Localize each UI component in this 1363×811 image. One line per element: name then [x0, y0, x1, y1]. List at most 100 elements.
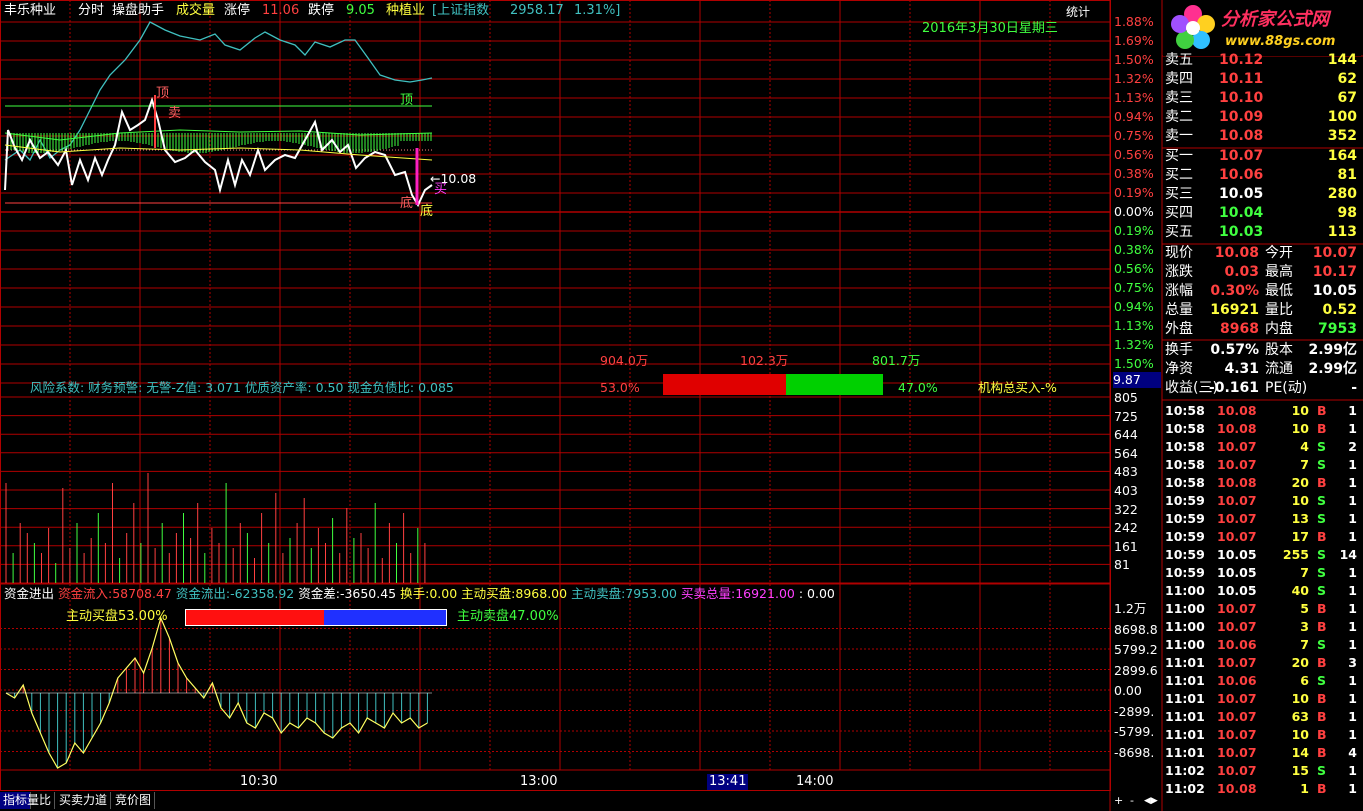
flow-bar-green — [786, 374, 883, 395]
tick-row[interactable]: 11:00 10.05 40 S 1 — [1163, 582, 1361, 600]
tab-auction-chart[interactable]: 竞价图 — [112, 792, 156, 809]
quote-row: 外盘 8968 内盘 7953 — [1165, 321, 1357, 337]
ask-row[interactable]: 卖四 10.11 62 — [1163, 70, 1361, 89]
active-buy-sell-bar — [185, 609, 447, 626]
tick-row[interactable]: 11:02 10.07 15 S 1 — [1163, 762, 1361, 780]
tick-row[interactable]: 10:58 10.07 7 S 1 — [1163, 456, 1361, 474]
price-scale-up-label: 1.32% — [1114, 71, 1154, 86]
time-1300: 13:00 — [520, 774, 558, 789]
tick-row[interactable]: 10:59 10.05 7 S 1 — [1163, 564, 1361, 582]
limit-up-value: 11.06 — [262, 3, 300, 18]
tick-row[interactable]: 10:59 10.07 10 S 1 — [1163, 492, 1361, 510]
flow-bar-red — [663, 374, 786, 395]
price-scale-down-label: 0.38% — [1114, 242, 1154, 257]
tick-row[interactable]: 10:58 10.07 4 S 2 — [1163, 438, 1361, 456]
tick-row[interactable]: 11:01 10.07 14 B 4 — [1163, 744, 1361, 762]
bottom-signal-2: 底 — [420, 204, 434, 219]
fund-scale-label: 8698.8 — [1114, 621, 1158, 637]
ask-row[interactable]: 卖五 10.12 144 — [1163, 51, 1361, 70]
quote-row: 涨幅 0.30% 最低 10.05 — [1165, 283, 1357, 299]
limit-down-label: 跌停 — [308, 3, 335, 18]
fund-scale-label: -8698. — [1114, 744, 1155, 760]
index-value: 2958.17 — [510, 3, 564, 18]
tick-row[interactable]: 11:00 10.07 3 B 1 — [1163, 618, 1361, 636]
tick-row[interactable]: 10:58 10.08 10 B 1 — [1163, 402, 1361, 420]
volume-scale-label: 483 — [1114, 464, 1138, 480]
price-scale-up-label: 1.13% — [1114, 90, 1154, 105]
tick-row[interactable]: 10:59 10.05 255 S 14 — [1163, 546, 1361, 564]
index-change: 1.31%] — [574, 3, 621, 18]
index-name: [上证指数 — [432, 3, 490, 18]
tick-row[interactable]: 11:02 10.08 1 B 1 — [1163, 780, 1361, 798]
bid-row[interactable]: 买四 10.04 98 — [1163, 204, 1361, 223]
quote-row-fundamental: 换手 0.57% 股本 2.99亿 — [1165, 342, 1357, 358]
helper-label: 操盘助手 — [112, 3, 165, 18]
top-signal-2: 顶 — [400, 93, 414, 108]
fund-line: 资金进出 资金流入:58708.47 资金流出:-62358.92 资金差:-3… — [4, 586, 835, 601]
tick-row[interactable]: 11:00 10.07 5 B 1 — [1163, 600, 1361, 618]
ask-row[interactable]: 卖一 10.08 352 — [1163, 127, 1361, 146]
tick-row[interactable]: 11:01 10.07 10 B 1 — [1163, 726, 1361, 744]
bottom-signal-1: 底 — [400, 196, 414, 211]
stats-button[interactable]: 统计 — [1066, 4, 1090, 20]
logo: 分析家公式网 www.88gs.com — [1163, 0, 1361, 56]
fund-scale-label: -2899. — [1114, 703, 1155, 719]
limit-down-value: 9.05 — [346, 3, 375, 18]
bid-row[interactable]: 买五 10.03 113 — [1163, 223, 1361, 242]
flower-logo-icon — [1171, 5, 1215, 49]
price-scale-up-label: 1.69% — [1114, 33, 1154, 48]
tab-buy-sell-power[interactable]: 买卖力道 — [56, 792, 112, 809]
quote-row: 总量 16921 量比 0.52 — [1165, 302, 1357, 318]
current-price-tag: 9.87 — [1113, 372, 1161, 388]
bid-row[interactable]: 买三 10.05 280 — [1163, 185, 1361, 204]
tick-row[interactable]: 11:01 10.07 20 B 3 — [1163, 654, 1361, 672]
price-scale-down-label: 1.50% — [1114, 356, 1154, 371]
ask-row[interactable]: 卖三 10.10 67 — [1163, 89, 1361, 108]
stock-name[interactable]: 丰乐种业 — [4, 3, 56, 19]
bid-row[interactable]: 买二 10.06 81 — [1163, 166, 1361, 185]
tick-row[interactable]: 10:59 10.07 17 B 1 — [1163, 528, 1361, 546]
fund-scale-label: 5799.2 — [1114, 642, 1158, 657]
tick-row[interactable]: 11:01 10.07 10 B 1 — [1163, 690, 1361, 708]
price-scale-down-label: 1.32% — [1114, 337, 1154, 352]
price-scale-down-label: 1.13% — [1114, 318, 1154, 333]
scroll-button[interactable]: ◀▶ — [1144, 793, 1158, 809]
flow-left-amount: 904.0万 — [600, 353, 649, 368]
active-buy-label: 主动买盘53.00% — [66, 609, 168, 624]
fund-scale-label: 0.00 — [1114, 683, 1142, 698]
price-scale-down-label: 0.56% — [1114, 261, 1154, 276]
fund-scale-label: -5799. — [1114, 724, 1155, 739]
tick-row[interactable]: 11:01 10.07 63 B 1 — [1163, 708, 1361, 726]
bid-row[interactable]: 买一 10.07 164 — [1163, 147, 1361, 166]
volume-scale-label: 81 — [1114, 557, 1130, 573]
flow-right-amount: 801.7万 — [872, 353, 921, 368]
tick-row[interactable]: 11:01 10.06 6 S 1 — [1163, 672, 1361, 690]
quote-row-fundamental: 净资 4.31 流通 2.99亿 — [1165, 361, 1357, 377]
fund-scale-label: 1.2万 — [1114, 601, 1147, 616]
ask-row[interactable]: 卖二 10.09 100 — [1163, 108, 1361, 127]
volume-scale-label: 725 — [1114, 408, 1138, 424]
tick-row[interactable]: 11:00 10.06 7 S 1 — [1163, 636, 1361, 654]
volume-scale-label: 161 — [1114, 538, 1138, 554]
price-line — [4, 96, 433, 208]
sell-signal: 卖 — [168, 106, 182, 121]
flow-mid-amount: 102.3万 — [740, 353, 789, 368]
tick-row[interactable]: 10:59 10.07 13 S 1 — [1163, 510, 1361, 528]
volume-label: 成交量 — [176, 3, 216, 18]
price-scale-down-label: 0.75% — [1114, 280, 1154, 295]
active-sell-label: 主动卖盘47.00% — [457, 609, 559, 624]
volume-scale-label: 403 — [1114, 483, 1138, 498]
zoom-out-button[interactable]: - — [1130, 793, 1134, 809]
quote-row: 现价 10.08 今开 10.07 — [1165, 245, 1357, 261]
zoom-in-button[interactable]: + — [1114, 793, 1123, 809]
intraday-chart-canvas[interactable] — [0, 0, 1363, 811]
flow-left-pct: 53.0% — [600, 380, 640, 395]
tab-volume-ratio[interactable]: 量比 — [24, 792, 56, 809]
price-scale-up-label: 0.56% — [1114, 147, 1154, 162]
quote-row-fundamental: 收益(三) -0.161 PE(动) - — [1165, 380, 1357, 396]
sector-label: 种植业 — [386, 3, 426, 18]
time-1030: 10:30 — [240, 774, 278, 789]
tick-row[interactable]: 10:58 10.08 20 B 1 — [1163, 474, 1361, 492]
price-scale-down-label: 0.19% — [1114, 223, 1154, 238]
tick-row[interactable]: 10:58 10.08 10 B 1 — [1163, 420, 1361, 438]
